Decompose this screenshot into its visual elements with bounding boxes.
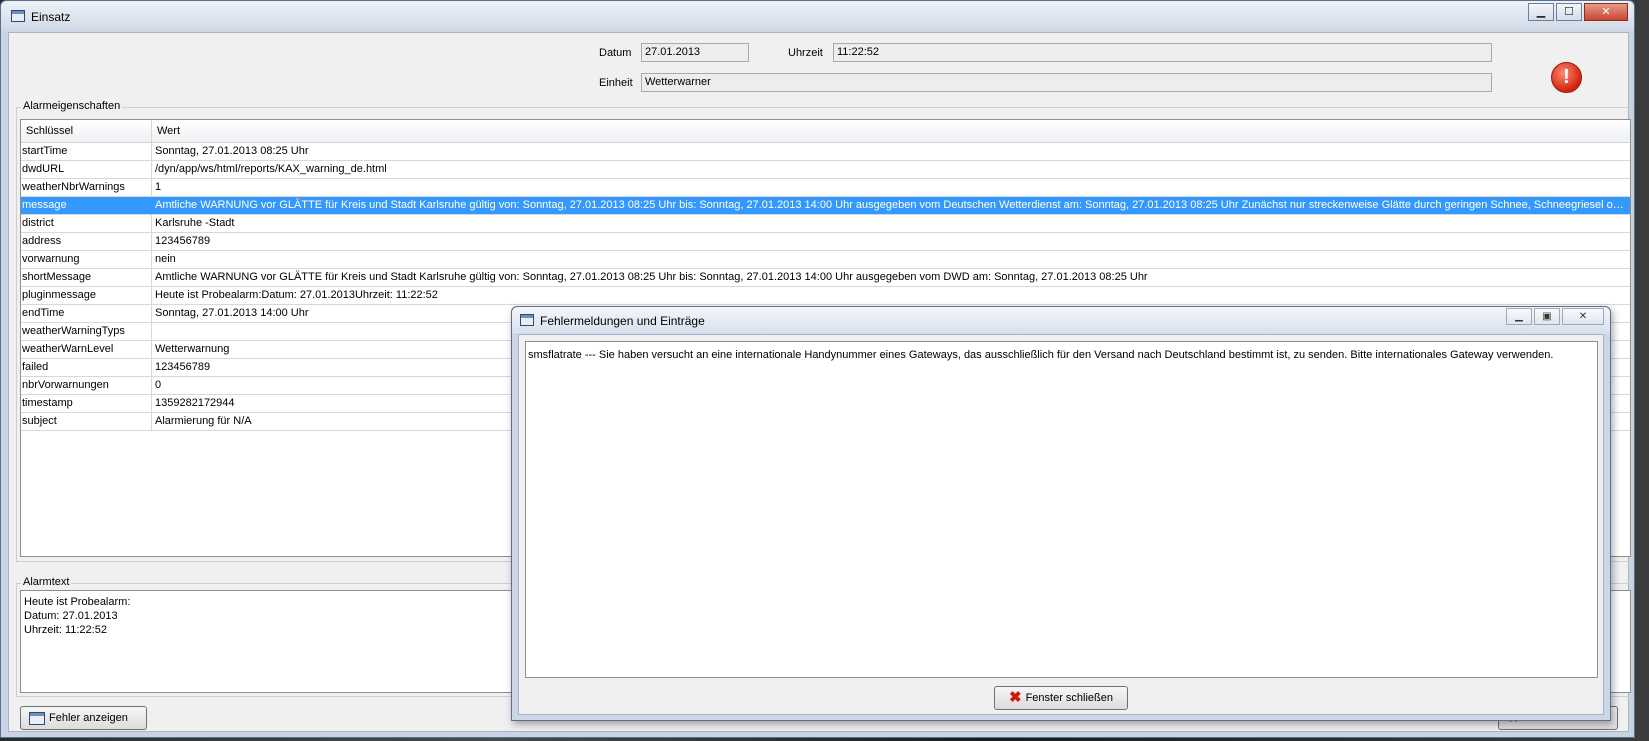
alarmtext-title: Alarmtext bbox=[21, 576, 72, 588]
dialog-minimize-button[interactable]: ▁ bbox=[1506, 308, 1532, 325]
error-message-area[interactable]: smsflatrate --- Sie haben versucht an ei… bbox=[525, 341, 1598, 678]
row-key-cell: subject bbox=[21, 413, 152, 430]
uhrzeit-field[interactable]: 11:22:52 bbox=[833, 43, 1492, 62]
table-row[interactable]: weatherNbrWarnings 1 bbox=[21, 179, 1630, 197]
uhrzeit-label: Uhrzeit bbox=[788, 47, 823, 59]
row-key-cell: failed bbox=[21, 359, 152, 376]
dialog-title: Fehlermeldungen und Einträge bbox=[540, 314, 705, 328]
row-value-cell: 1 bbox=[155, 181, 162, 193]
window-app-icon bbox=[11, 10, 25, 22]
datum-field[interactable]: 27.01.2013 bbox=[641, 43, 749, 62]
close-button[interactable]: ✕ bbox=[1584, 3, 1628, 21]
table-row[interactable]: district Karlsruhe -Stadt bbox=[21, 215, 1630, 233]
row-value-cell: Sonntag, 27.01.2013 08:25 Uhr bbox=[155, 145, 309, 157]
close-dialog-button[interactable]: ✖ Fenster schließen bbox=[994, 686, 1128, 710]
row-key-cell: district bbox=[21, 215, 152, 232]
table-row[interactable]: dwdURL/dyn/app/ws/html/reports/KAX_warni… bbox=[21, 161, 1630, 179]
dialog-app-icon bbox=[520, 314, 534, 326]
row-value-cell: Karlsruhe -Stadt bbox=[155, 217, 235, 229]
main-titlebar[interactable]: Einsatz ▁ ☐ ✕ bbox=[1, 1, 1634, 31]
table-row[interactable]: vorwarnung nein bbox=[21, 251, 1630, 269]
row-key-cell: vorwarnung bbox=[21, 251, 152, 268]
row-key-cell: dwdURL bbox=[21, 161, 152, 178]
einheit-field[interactable]: Wetterwarner bbox=[641, 73, 1492, 92]
error-alert-icon[interactable]: ! bbox=[1551, 62, 1582, 93]
row-key-cell: message bbox=[21, 197, 152, 214]
table-header: Schlüssel Wert bbox=[21, 120, 1630, 143]
show-errors-label: Fehler anzeigen bbox=[49, 712, 128, 724]
row-key-cell: startTime bbox=[21, 143, 152, 160]
error-dialog: Fehlermeldungen und Einträge ▁ ▣ ✕ smsfl… bbox=[511, 306, 1611, 721]
row-key-cell: pluginmessage bbox=[21, 287, 152, 304]
dialog-titlebar[interactable]: Fehlermeldungen und Einträge ▁ ▣ ✕ bbox=[512, 307, 1610, 334]
window-icon bbox=[29, 711, 45, 725]
row-key-cell: shortMessage bbox=[21, 269, 152, 286]
datum-label: Datum bbox=[599, 47, 632, 59]
close-dialog-label: Fenster schließen bbox=[1025, 692, 1113, 704]
row-value-cell: 123456789 bbox=[155, 235, 211, 247]
dialog-client-area: smsflatrate --- Sie haben versucht an ei… bbox=[518, 334, 1604, 715]
dialog-close-button[interactable]: ✕ bbox=[1562, 308, 1604, 325]
show-errors-button[interactable]: Fehler anzeigen bbox=[20, 706, 147, 730]
row-key-cell: weatherWarnLevel bbox=[21, 341, 152, 358]
table-row[interactable]: shortMessage Amtliche WARNUNG vor GLÄTTE … bbox=[21, 269, 1630, 287]
column-header-value[interactable]: Wert bbox=[157, 125, 180, 137]
column-divider bbox=[151, 120, 152, 143]
dialog-maximize-button[interactable]: ▣ bbox=[1534, 308, 1560, 325]
row-key-cell: weatherWarningTyps bbox=[21, 323, 152, 340]
row-value-cell: nein bbox=[155, 253, 176, 265]
row-key-cell: address bbox=[21, 233, 152, 250]
table-row[interactable]: address 123456789 bbox=[21, 233, 1630, 251]
einheit-label: Einheit bbox=[599, 77, 633, 89]
table-row[interactable]: message Amtliche WARNUNG vor GLÄTTE für K… bbox=[21, 197, 1630, 215]
row-key-cell: endTime bbox=[21, 305, 152, 322]
row-value-cell: Heute ist Probealarm:Datum: 27.01.2013Uh… bbox=[155, 289, 438, 301]
row-value-cell: /dyn/app/ws/html/reports/KAX_warning_de.… bbox=[155, 163, 387, 175]
window-title: Einsatz bbox=[31, 10, 71, 24]
column-header-key[interactable]: Schlüssel bbox=[26, 125, 73, 137]
row-value-cell: Amtliche WARNUNG vor GLÄTTE für Kreis un… bbox=[155, 271, 1148, 283]
row-key-cell: weatherNbrWarnings bbox=[21, 179, 152, 196]
maximize-button[interactable]: ☐ bbox=[1556, 3, 1582, 21]
row-key-cell: timestamp bbox=[21, 395, 152, 412]
minimize-button[interactable]: ▁ bbox=[1528, 3, 1554, 21]
window-controls: ▁ ☐ ✕ bbox=[1528, 3, 1628, 21]
close-x-icon: ✖ bbox=[1008, 689, 1022, 706]
row-value-cell: Amtliche WARNUNG vor GLÄTTE für Kreis un… bbox=[155, 199, 1630, 211]
row-key-cell: nbrVorwarnungen bbox=[21, 377, 152, 394]
dialog-controls: ▁ ▣ ✕ bbox=[1506, 308, 1604, 325]
table-row[interactable]: pluginmessage Heute ist Probealarm:Datum:… bbox=[21, 287, 1630, 305]
alarm-properties-title: Alarmeigenschaften bbox=[21, 100, 123, 112]
table-row[interactable]: startTime Sonntag, 27.01.2013 08:25 Uhr bbox=[21, 143, 1630, 161]
